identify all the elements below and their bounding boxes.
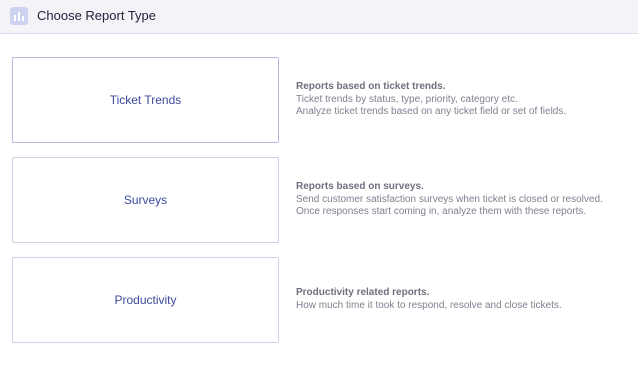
bar-chart-icon xyxy=(10,7,28,25)
report-type-description: Productivity related reports. How much t… xyxy=(296,287,631,312)
description-line: Analyze ticket trends based on any ticke… xyxy=(296,106,567,117)
report-type-productivity-card[interactable]: Productivity xyxy=(12,257,279,343)
report-type-description: Reports based on ticket trends. Ticket t… xyxy=(296,81,631,119)
description-line: Once responses start coming in, analyze … xyxy=(296,206,587,217)
report-type-description: Reports based on surveys. Send customer … xyxy=(296,181,631,219)
description-title: Reports based on surveys. xyxy=(296,181,424,192)
report-type-label: Surveys xyxy=(123,193,168,207)
description-title: Reports based on ticket trends. xyxy=(296,81,446,92)
description-title: Productivity related reports. xyxy=(296,287,430,298)
report-type-label: Ticket Trends xyxy=(109,93,182,107)
page-title: Choose Report Type xyxy=(37,8,156,23)
page-header: Choose Report Type xyxy=(0,0,638,34)
description-line: How much time it took to respond, resolv… xyxy=(296,299,562,311)
description-line: Send customer satisfaction surveys when … xyxy=(296,193,603,205)
report-type-surveys-card[interactable]: Surveys xyxy=(12,157,279,243)
description-line: Ticket trends by status, type, priority,… xyxy=(296,93,518,105)
report-type-label: Productivity xyxy=(114,293,177,307)
report-type-ticket-trends-card[interactable]: Ticket Trends xyxy=(12,57,279,143)
